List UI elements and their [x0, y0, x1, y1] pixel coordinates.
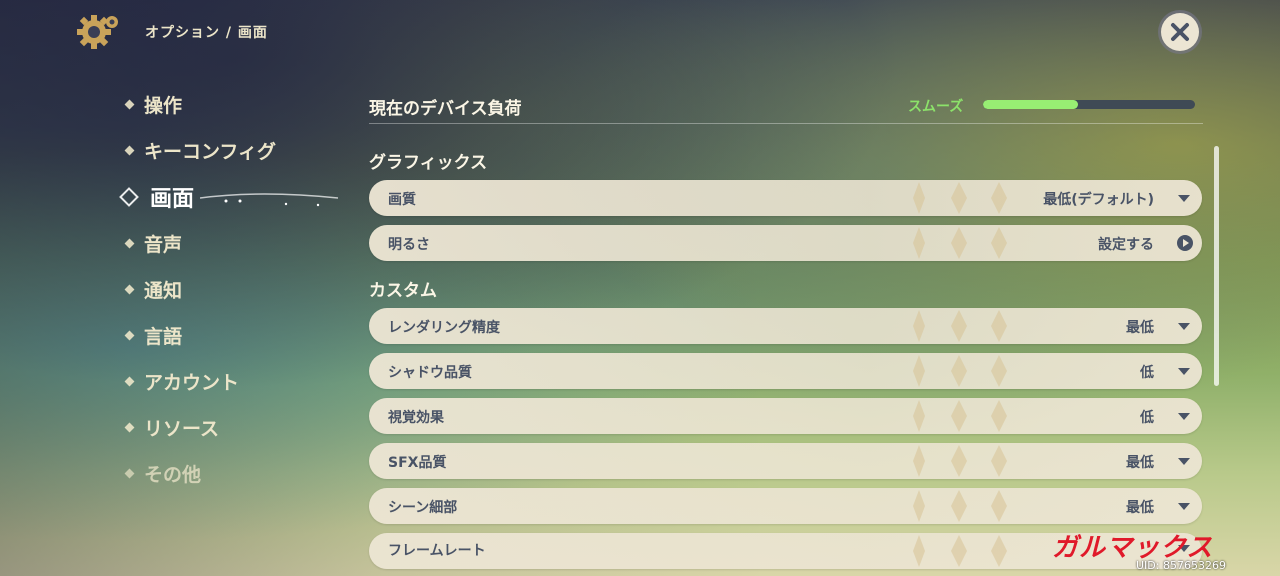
setting-row-shadow-quality[interactable]: シャドウ品質 低 [369, 353, 1202, 389]
star-pattern-icon [913, 355, 1007, 387]
setting-label: 視覚効果 [388, 410, 444, 426]
setting-row-graphics-quality[interactable]: 画質 最低(デフォルト) [369, 180, 1202, 216]
diamond-icon [124, 376, 135, 387]
sidebar-item-account[interactable]: アカウント [124, 368, 240, 395]
setting-label: シャドウ品質 [388, 365, 472, 381]
sidebar-item-resources[interactable]: リソース [124, 414, 220, 441]
setting-label: SFX品質 [388, 455, 447, 471]
sidebar-item-language[interactable]: 言語 [124, 322, 183, 349]
setting-value: 最低 [1126, 455, 1154, 471]
sidebar-item-label: 通知 [144, 280, 183, 302]
diamond-icon [124, 238, 135, 249]
diamond-icon [124, 330, 135, 341]
sidebar-item-label: リソース [144, 418, 220, 440]
uid-label: UID: 857653269 [1136, 559, 1226, 572]
diamond-icon [124, 468, 135, 479]
sidebar-item-audio[interactable]: 音声 [124, 230, 183, 257]
close-icon [1171, 23, 1189, 41]
setting-value: 最低(デフォルト) [1043, 192, 1154, 208]
star-pattern-icon [913, 535, 1007, 567]
setting-row-brightness[interactable]: 明るさ 設定する [369, 225, 1202, 261]
setting-row-render-resolution[interactable]: レンダリング精度 最低 [369, 308, 1202, 344]
sidebar-item-label: 言語 [144, 326, 183, 348]
device-load-title: 現在のデバイス負荷 [369, 99, 522, 119]
sidebar-item-key-config[interactable]: キーコンフィグ [124, 137, 277, 164]
setting-label: フレームレート [388, 543, 486, 559]
caret-down-icon [1178, 503, 1190, 510]
sidebar-item-other[interactable]: その他 [124, 460, 202, 487]
device-load-status: スムーズ [908, 99, 964, 115]
caret-down-icon [1178, 368, 1190, 375]
setting-label: シーン細部 [388, 500, 458, 516]
sidebar-item-display[interactable]: 画面 [119, 181, 195, 213]
star-pattern-icon [913, 310, 1007, 342]
scrollbar[interactable] [1214, 146, 1219, 386]
setting-row-scene-detail[interactable]: シーン細部 最低 [369, 488, 1202, 524]
sidebar-item-notifications[interactable]: 通知 [124, 276, 183, 303]
caret-down-icon [1178, 413, 1190, 420]
diamond-icon [124, 284, 135, 295]
star-pattern-icon [913, 490, 1007, 522]
section-title-custom: カスタム [369, 281, 437, 301]
device-load-fill [983, 100, 1079, 109]
breadcrumb: オプション / 画面 [145, 25, 268, 41]
sidebar-item-label: その他 [144, 464, 202, 486]
setting-row-visual-effects[interactable]: 視覚効果 低 [369, 398, 1202, 434]
close-button[interactable] [1161, 13, 1199, 51]
sidebar-item-label: アカウント [144, 372, 240, 394]
caret-down-icon [1178, 458, 1190, 465]
sidebar-item-controls[interactable]: 操作 [124, 91, 183, 118]
star-pattern-icon [913, 400, 1007, 432]
sparkle-trail-icon [200, 193, 339, 207]
diamond-icon [124, 99, 135, 110]
device-load-bar [983, 100, 1195, 109]
arrow-right-circle-icon [1177, 235, 1193, 251]
gear-icon [77, 15, 118, 49]
setting-value: 低 [1140, 410, 1154, 426]
caret-down-icon [1178, 195, 1190, 202]
sidebar-item-label: 画面 [150, 187, 195, 212]
sidebar-item-label: キーコンフィグ [144, 141, 277, 163]
setting-label: 画質 [388, 192, 416, 208]
sidebar-item-label: 音声 [144, 234, 183, 256]
setting-label: レンダリング精度 [388, 320, 500, 336]
sidebar-item-label: 操作 [144, 95, 183, 117]
caret-down-icon [1178, 323, 1190, 330]
section-title-graphics: グラフィックス [369, 153, 488, 173]
setting-value: 最低 [1126, 320, 1154, 336]
diamond-outline-icon [119, 187, 139, 207]
star-pattern-icon [913, 445, 1007, 477]
setting-value: 低 [1140, 365, 1154, 381]
star-pattern-icon [913, 182, 1007, 214]
star-pattern-icon [913, 227, 1007, 259]
setting-row-sfx-quality[interactable]: SFX品質 最低 [369, 443, 1202, 479]
diamond-icon [124, 422, 135, 433]
setting-label: 明るさ [388, 237, 430, 253]
diamond-icon [124, 145, 135, 156]
setting-value: 最低 [1126, 500, 1154, 516]
setting-value: 設定する [1098, 237, 1154, 253]
divider [369, 123, 1203, 124]
